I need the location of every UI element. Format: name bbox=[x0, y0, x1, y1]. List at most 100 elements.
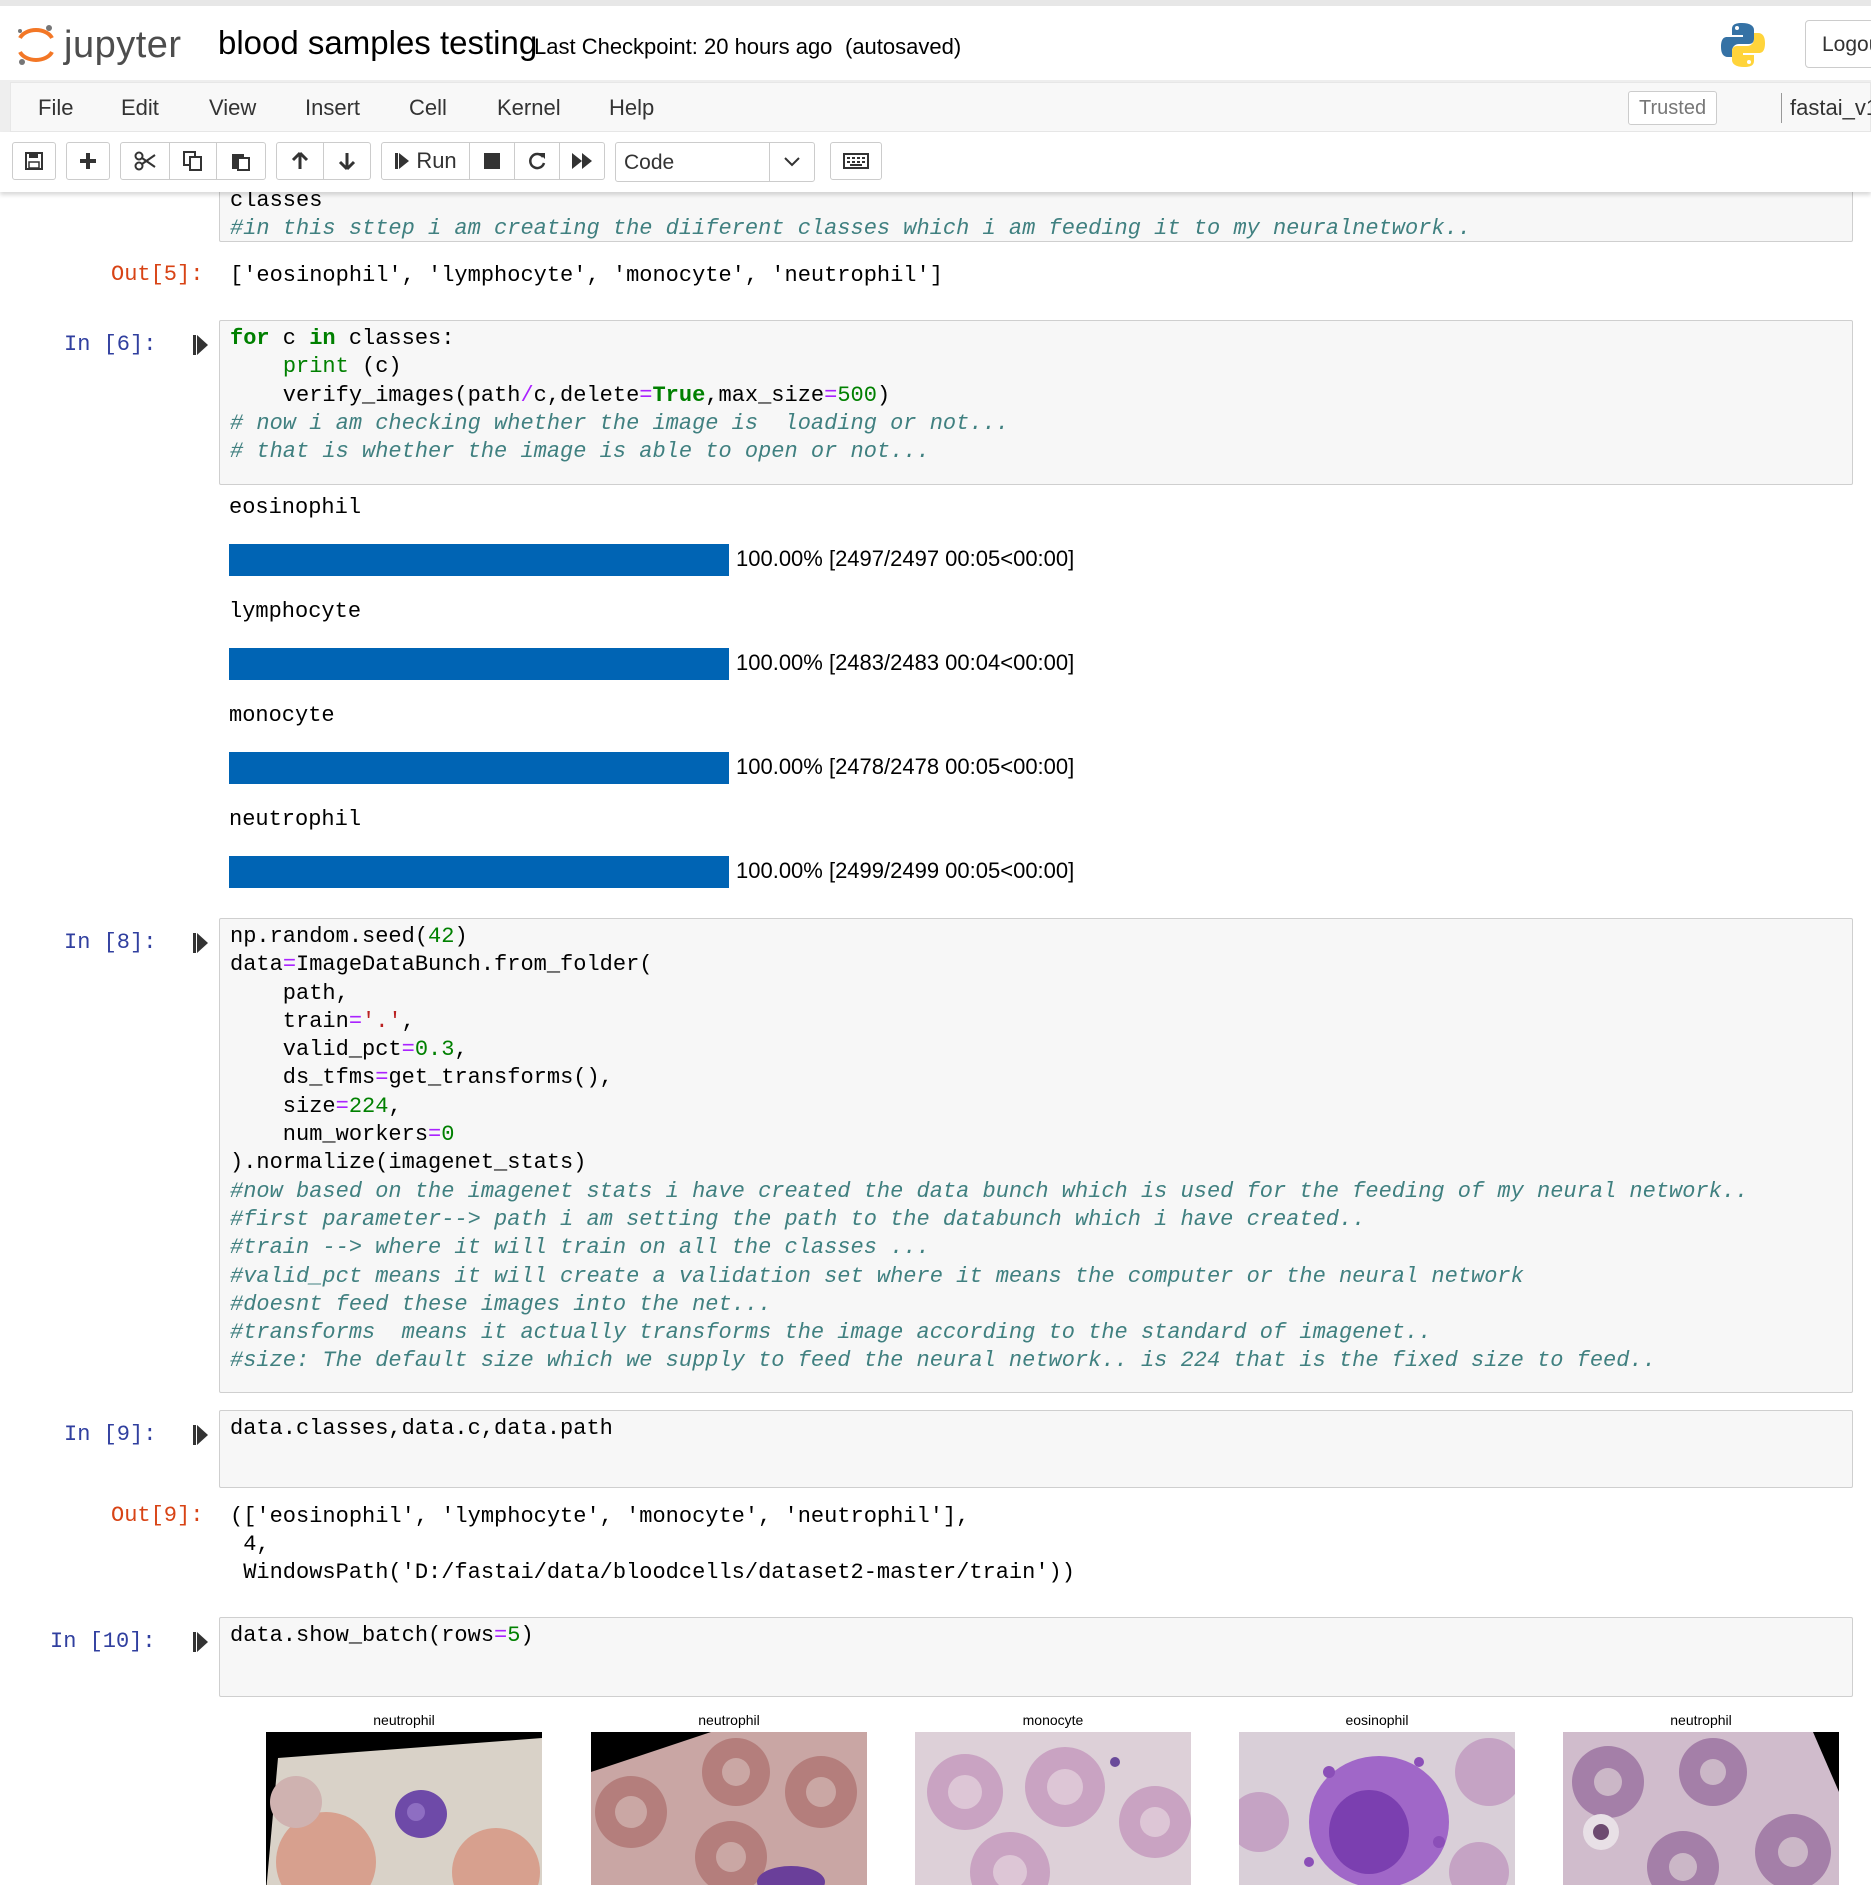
code-line: data.classes,data.c,data.path bbox=[230, 1416, 613, 1441]
toolbar: Run Code bbox=[0, 132, 1871, 192]
input-prompt-10: In [10]: bbox=[50, 1629, 156, 1654]
run-cell-icon[interactable] bbox=[193, 932, 209, 954]
cut-button[interactable] bbox=[120, 142, 170, 180]
arrow-down-icon bbox=[338, 153, 356, 171]
run-cell-icon[interactable] bbox=[193, 1424, 209, 1446]
code-line: ds_tfms=get_transforms(), bbox=[230, 1065, 613, 1091]
copy-icon bbox=[183, 151, 202, 171]
interrupt-button[interactable] bbox=[469, 142, 515, 180]
insert-cell-button[interactable] bbox=[66, 142, 110, 180]
progress-status: 100.00% [2483/2483 00:04<00:00] bbox=[736, 650, 1075, 675]
copy-button[interactable] bbox=[169, 142, 217, 180]
fast-forward-icon bbox=[572, 153, 592, 169]
output-prompt-5: Out[5]: bbox=[111, 262, 204, 287]
batch-image-caption: monocyte bbox=[1022, 1712, 1084, 1728]
run-button-label: Run bbox=[416, 148, 457, 173]
arrow-up-icon bbox=[291, 151, 309, 169]
save-button[interactable] bbox=[12, 142, 56, 180]
menu-file[interactable]: File bbox=[38, 95, 73, 121]
menu-insert[interactable]: Insert bbox=[305, 95, 360, 121]
code-comment: #now based on the imagenet stats i have … bbox=[230, 1178, 1749, 1204]
batch-image-caption: neutrophil bbox=[1670, 1712, 1732, 1728]
scissors-icon bbox=[134, 151, 156, 171]
run-cell-icon[interactable] bbox=[193, 1631, 209, 1653]
menu-edit[interactable]: Edit bbox=[121, 95, 159, 121]
jupyter-logo[interactable]: jupyter bbox=[16, 20, 182, 70]
progress-label: eosinophil bbox=[229, 495, 362, 520]
code-line: ).normalize(imagenet_stats) bbox=[230, 1150, 587, 1176]
chevron-down-icon bbox=[769, 143, 814, 181]
batch-image-caption: neutrophil bbox=[373, 1712, 435, 1728]
notebook-header: jupyter blood samples testing Last Check… bbox=[0, 0, 1871, 80]
paste-icon bbox=[232, 154, 250, 171]
move-down-button[interactable] bbox=[323, 142, 371, 180]
menu-help[interactable]: Help bbox=[609, 95, 654, 121]
progress-label: neutrophil bbox=[229, 807, 362, 832]
blood-cell-image bbox=[591, 1732, 867, 1885]
code-line: verify_images(path/c,delete=True,max_siz… bbox=[230, 382, 891, 408]
menu-bar: File Edit View Insert Cell Kernel Help T… bbox=[10, 82, 1871, 132]
code-line: data.show_batch(rows=5) bbox=[230, 1623, 534, 1648]
output-9-line: WindowsPath('D:/fastai/data/bloodcells/d… bbox=[230, 1560, 1075, 1585]
input-prompt-6: In [6]: bbox=[64, 332, 157, 357]
restart-button[interactable] bbox=[514, 142, 560, 180]
code-line: for c in classes: bbox=[230, 326, 455, 351]
menu-kernel[interactable]: Kernel bbox=[497, 95, 561, 121]
code-cell-10-input[interactable]: data.show_batch(rows=5) bbox=[219, 1617, 1853, 1697]
code-cell-8-input[interactable]: np.random.seed(42) data=ImageDataBunch.f… bbox=[219, 918, 1853, 1393]
code-line: path, bbox=[230, 980, 349, 1006]
autosave-status: (autosaved) bbox=[845, 34, 962, 59]
restart-run-all-button[interactable] bbox=[559, 142, 605, 180]
code-line: print (c) bbox=[282, 354, 402, 380]
notebook-container: classes #in this sttep i am creating the… bbox=[0, 192, 1871, 1885]
progress-label: lymphocyte bbox=[229, 599, 362, 624]
menu-cell[interactable]: Cell bbox=[409, 95, 447, 121]
code-comment: #valid_pct means it will create a valida… bbox=[230, 1263, 1524, 1289]
code-comment: #doesnt feed these images into the net..… bbox=[230, 1291, 772, 1317]
trusted-indicator[interactable]: Trusted bbox=[1628, 91, 1718, 125]
output-5-text: ['eosinophil', 'lymphocyte', 'monocyte',… bbox=[230, 263, 943, 288]
run-button[interactable]: Run bbox=[381, 142, 470, 180]
notebook-title[interactable]: blood samples testing bbox=[218, 24, 537, 62]
code-cell-5-input[interactable]: classes #in this sttep i am creating the… bbox=[219, 192, 1853, 242]
code-comment: #size: The default size which we supply … bbox=[230, 1348, 1656, 1374]
blood-cell-image bbox=[1239, 1732, 1515, 1885]
keyboard-icon bbox=[843, 153, 869, 169]
code-line: num_workers=0 bbox=[230, 1122, 455, 1148]
step-forward-icon bbox=[395, 153, 410, 169]
restart-icon bbox=[529, 152, 546, 170]
code-comment: #in this sttep i am creating the diifere… bbox=[230, 216, 1472, 242]
progress-status: 100.00% [2499/2499 00:05<00:00] bbox=[736, 858, 1075, 883]
code-comment: #first parameter--> path i am setting th… bbox=[230, 1206, 1366, 1232]
command-palette-button[interactable] bbox=[830, 142, 882, 180]
menu-view[interactable]: View bbox=[209, 95, 256, 121]
code-comment: #transforms means it actually transforms… bbox=[230, 1320, 1432, 1346]
code-line: size=224, bbox=[230, 1093, 402, 1119]
logout-button[interactable]: Logou bbox=[1805, 20, 1871, 68]
code-cell-9-input[interactable]: data.classes,data.c,data.path bbox=[219, 1410, 1853, 1488]
cell-type-select[interactable]: Code bbox=[615, 142, 815, 182]
code-line: train='.', bbox=[230, 1008, 415, 1034]
code-cell-6-input[interactable]: for c in classes: print (c) verify_image… bbox=[219, 320, 1853, 485]
move-up-button[interactable] bbox=[276, 142, 324, 180]
batch-image-caption: neutrophil bbox=[698, 1712, 760, 1728]
jupyter-logo-icon bbox=[18, 25, 54, 65]
progress-bar bbox=[229, 856, 729, 888]
blood-cell-image bbox=[266, 1732, 542, 1885]
progress-bar bbox=[229, 544, 729, 576]
code-comment: # now i am checking whether the image is… bbox=[230, 410, 1009, 436]
python-kernel-icon bbox=[1718, 20, 1768, 75]
code-line: classes bbox=[230, 192, 323, 213]
blood-cell-image bbox=[1563, 1732, 1839, 1885]
run-cell-icon[interactable] bbox=[193, 334, 209, 356]
paste-button[interactable] bbox=[216, 142, 266, 180]
output-9-line: (['eosinophil', 'lymphocyte', 'monocyte'… bbox=[230, 1504, 970, 1529]
jupyter-logo-text: jupyter bbox=[64, 23, 182, 66]
code-comment: # that is whether the image is able to o… bbox=[230, 439, 930, 465]
progress-status: 100.00% [2497/2497 00:05<00:00] bbox=[736, 546, 1075, 571]
stop-icon bbox=[484, 153, 500, 169]
save-icon bbox=[25, 152, 43, 170]
code-line: np.random.seed(42) bbox=[230, 924, 468, 949]
progress-bar bbox=[229, 648, 729, 680]
kernel-name: fastai_v1 bbox=[1781, 93, 1871, 123]
